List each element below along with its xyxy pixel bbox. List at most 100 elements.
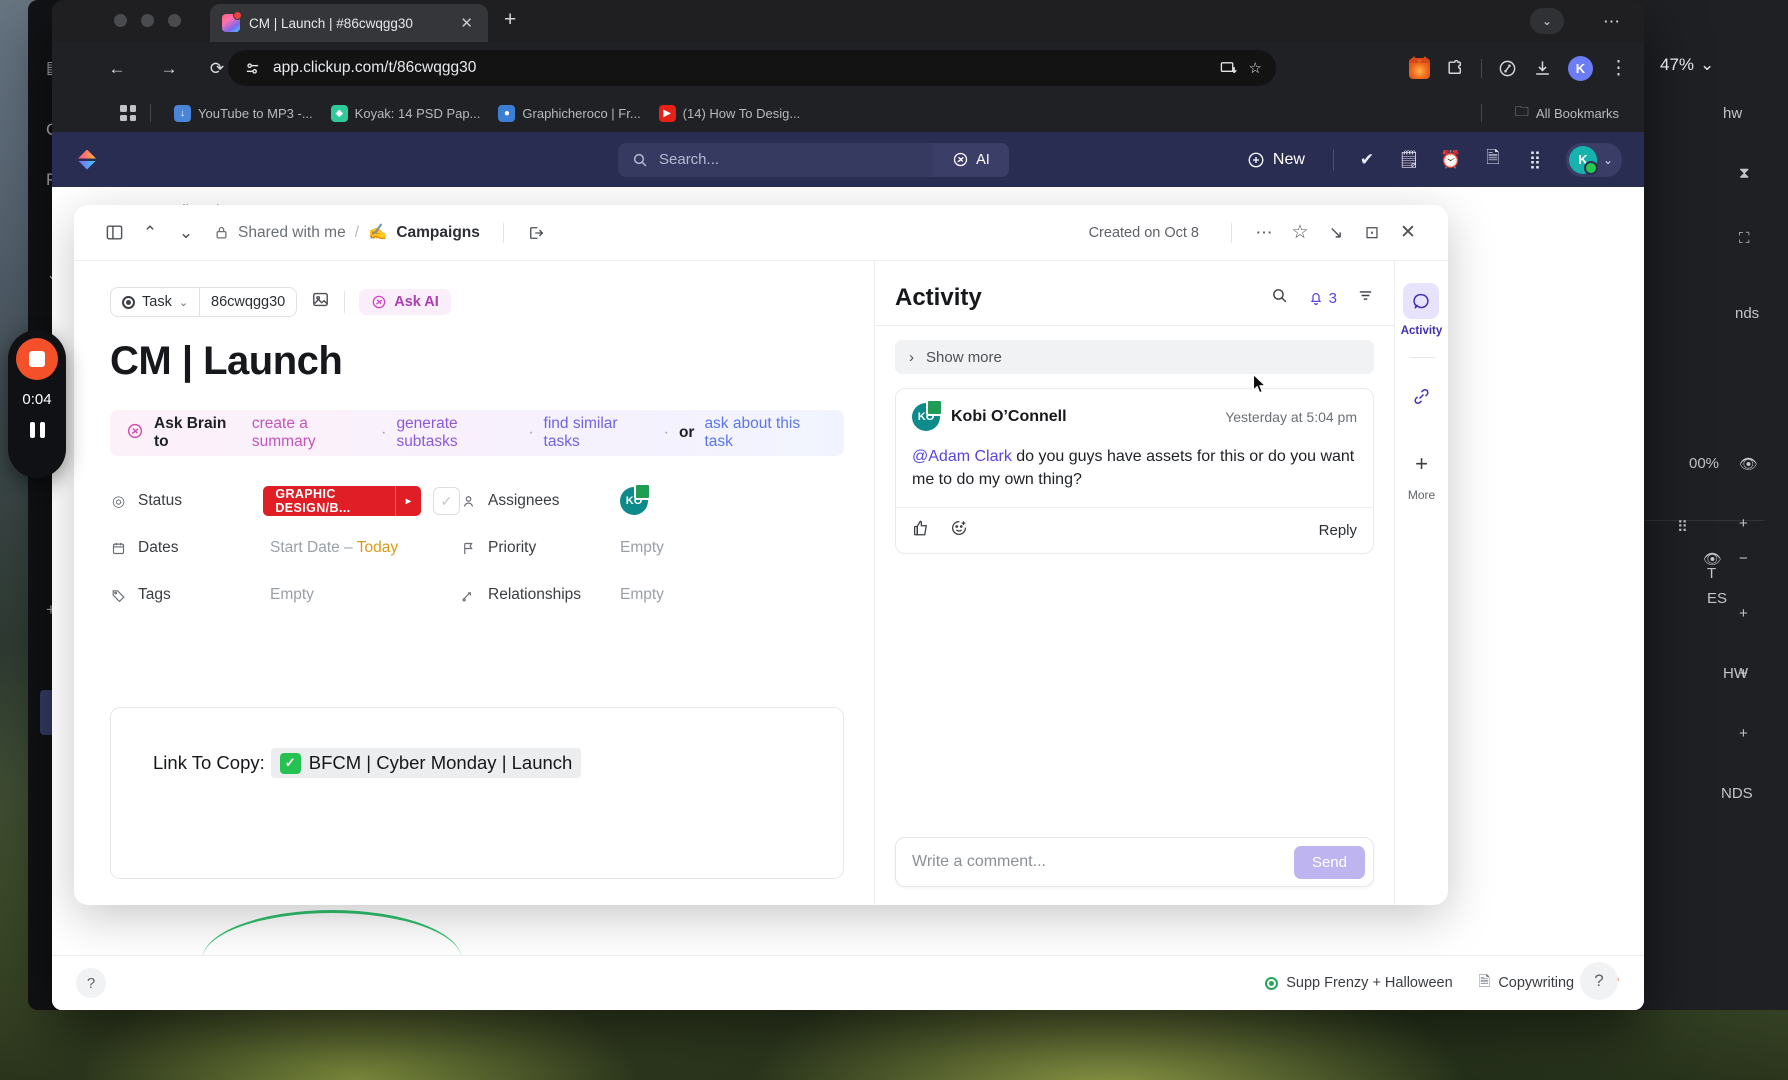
field-priority-label: Priority (488, 539, 537, 556)
bookmarks-grid-icon[interactable] (120, 105, 136, 121)
notification-count: 3 (1328, 289, 1337, 307)
address-bar[interactable]: app.clickup.com/t/86cwqgg30 ☆ (228, 50, 1276, 86)
add-reaction-icon[interactable] (950, 519, 968, 542)
metamask-fox-icon[interactable] (1409, 55, 1430, 79)
new-button[interactable]: New (1231, 151, 1321, 169)
ai-button[interactable]: AI (933, 142, 1009, 177)
create-summary-link[interactable]: create a summary (252, 415, 371, 451)
breadcrumb: Shared with me / ✍️ Campaigns (214, 222, 545, 243)
comment-author-avatar[interactable]: KO (912, 399, 943, 431)
help-icon[interactable]: ? (76, 968, 106, 998)
dates-value[interactable]: Start Date – Today (270, 539, 398, 557)
zoom-level-indicator[interactable]: 47% ⌄ (1660, 55, 1714, 75)
clickup-logo-icon[interactable] (74, 147, 100, 173)
new-tab-button[interactable]: + (504, 9, 516, 30)
tags-value[interactable]: Empty (270, 586, 314, 604)
bookmark-star-icon[interactable]: ☆ (1249, 59, 1262, 77)
footer-task-item-1[interactable]: Supp Frenzy + Halloween (1265, 975, 1453, 991)
send-button[interactable]: Send (1293, 845, 1365, 879)
document-icon[interactable]: 🗎 (1472, 145, 1514, 174)
page-title[interactable]: CM | Launch (110, 339, 844, 384)
bookmark-item[interactable]: ◆ Koyak: 14 PSD Pap... (322, 101, 490, 126)
show-more-button[interactable]: › Show more (895, 340, 1374, 374)
browser-tab-active[interactable]: CM | Launch | #86cwqgg30 ✕ (210, 4, 488, 42)
bookmark-item[interactable]: ▶ (14) How To Desig... (650, 101, 810, 126)
collapse-arrow-icon[interactable]: ↘ (1318, 223, 1354, 243)
link-to-copy-chip[interactable]: ✓ BFCM | Cyber Monday | Launch (270, 748, 582, 778)
user-avatar-menu[interactable]: K ⌄ (1565, 142, 1622, 177)
assignee-avatar[interactable]: KO (620, 483, 651, 515)
next-task-chevron-down-icon[interactable]: ⌄ (168, 223, 204, 243)
image-icon[interactable] (311, 290, 330, 314)
search-input[interactable]: Search... (618, 142, 933, 177)
notifications-badge[interactable]: 3 (1308, 290, 1337, 307)
favorite-star-icon[interactable]: ☆ (1282, 221, 1318, 244)
alarm-clock-icon[interactable]: ⏰ (1430, 150, 1472, 170)
field-relationships-label-wrap: Relationships (460, 586, 620, 604)
bookmark-item[interactable]: ↓ YouTube to MP3 -... (165, 101, 322, 126)
comment-input-placeholder[interactable]: Write a comment... (912, 853, 1294, 871)
stop-recording-button[interactable] (16, 338, 58, 380)
mark-complete-checkbox[interactable]: ✓ (433, 487, 460, 515)
task-description-card[interactable]: Link To Copy: ✓ BFCM | Cyber Monday | La… (110, 707, 844, 879)
field-dates-label-wrap: Dates (110, 539, 270, 557)
close-window-button[interactable] (114, 14, 127, 27)
close-tab-icon[interactable]: ✕ (457, 13, 476, 34)
downloads-icon[interactable] (1533, 59, 1552, 78)
tab-search-chevron-down-icon[interactable]: ⌄ (1530, 8, 1564, 34)
generate-subtasks-link[interactable]: generate subtasks (396, 415, 518, 451)
previous-task-chevron-up-icon[interactable]: ⌃ (132, 223, 168, 243)
bookmark-item[interactable]: ● Graphicheroco | Fr... (489, 101, 649, 126)
checkmark-circle-icon[interactable]: ✔ (1346, 150, 1388, 170)
help-fab-button[interactable]: ? (1580, 962, 1618, 1000)
breadcrumb-shared-with-me[interactable]: Shared with me (238, 224, 346, 242)
status-badge[interactable]: GRAPHIC DESIGN/B... ▸ (263, 486, 422, 516)
maximize-window-button[interactable] (168, 14, 181, 27)
address-bar-url[interactable]: app.clickup.com/t/86cwqgg30 (273, 59, 1208, 77)
forward-icon[interactable]: → (156, 56, 182, 82)
ask-ai-button[interactable]: Ask AI (359, 289, 451, 315)
ask-about-this-task-link[interactable]: ask about this task (704, 415, 828, 451)
find-similar-tasks-link[interactable]: find similar tasks (544, 415, 654, 451)
task-id[interactable]: 86cwqgg30 (200, 288, 296, 316)
filter-icon[interactable] (1357, 287, 1374, 309)
more-options-icon[interactable]: ⋯ (1246, 223, 1282, 243)
all-bookmarks-button[interactable]: 🗀 All Bookmarks (1506, 97, 1628, 129)
rail-item-more[interactable]: + More (1404, 446, 1440, 502)
minimize-window-button[interactable] (141, 14, 154, 27)
status-next-arrow-icon[interactable]: ▸ (395, 486, 421, 516)
rail-divider (1408, 357, 1435, 358)
comment-composer[interactable]: Write a comment... Send (895, 837, 1374, 887)
back-icon[interactable]: ← (104, 56, 130, 82)
reply-button[interactable]: Reply (1319, 522, 1357, 539)
install-app-icon[interactable] (1220, 60, 1237, 77)
window-more-icon[interactable]: ⋯ (1603, 12, 1622, 32)
browser-profile-avatar[interactable]: K (1568, 55, 1593, 81)
browser-menu-icon[interactable]: ⋮ (1609, 57, 1628, 80)
task-fields-grid: ◎ Status GRAPHIC DESIGN/B... ▸ ✓ Assigne… (110, 482, 844, 614)
breadcrumb-space-name[interactable]: Campaigns (396, 224, 480, 242)
priority-value[interactable]: Empty (620, 539, 664, 557)
open-in-new-icon[interactable] (527, 224, 545, 242)
rail-item-activity[interactable]: Activity (1401, 283, 1442, 337)
window-traffic-lights[interactable] (114, 14, 181, 27)
apps-grid-icon[interactable]: ⣿ (1514, 150, 1556, 170)
relationships-value[interactable]: Empty (620, 586, 664, 604)
split-view-icon[interactable]: ⊡ (1354, 223, 1390, 243)
extensions-puzzle-icon[interactable] (1446, 59, 1465, 78)
close-icon[interactable]: ✕ (1390, 221, 1426, 244)
search-icon[interactable] (1271, 287, 1288, 309)
thumbs-up-icon[interactable] (912, 519, 930, 542)
sidebar-toggle-icon[interactable] (96, 223, 132, 242)
leaf-performance-icon[interactable] (1498, 59, 1517, 78)
pause-recording-button[interactable] (29, 422, 45, 438)
site-settings-icon[interactable] (244, 60, 261, 77)
task-type-selector[interactable]: Task ⌄ (111, 288, 199, 316)
clipboard-icon[interactable]: 🗒 (1388, 150, 1430, 170)
comment-footer: Reply (896, 507, 1373, 553)
field-assignees-label-wrap: Assignees (460, 492, 620, 510)
footer-task-item-2[interactable]: 🗎 Copywriting (1479, 971, 1574, 996)
reload-icon[interactable]: ⟳ (204, 56, 230, 82)
comment-mention[interactable]: @Adam Clark (912, 448, 1012, 465)
rail-item-links[interactable] (1404, 378, 1440, 414)
